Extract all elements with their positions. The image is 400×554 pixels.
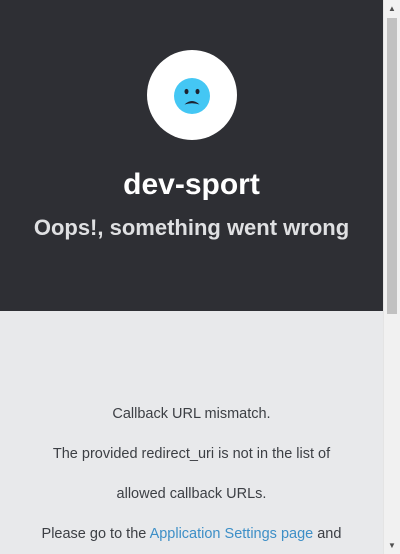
scroll-up-arrow-icon[interactable]: ▲ bbox=[384, 0, 400, 17]
error-message-line-3: allowed callback URLs. bbox=[116, 486, 267, 502]
error-message-line-4: Please go to the Application Settings pa… bbox=[0, 526, 383, 542]
error-message-line-2: The provided redirect_uri is not in the … bbox=[52, 446, 331, 462]
sad-face-icon bbox=[174, 78, 210, 114]
line4-prefix: Please go to the bbox=[41, 526, 150, 542]
error-title: Oops!, something went wrong bbox=[33, 215, 350, 240]
avatar bbox=[147, 50, 237, 140]
scroll-down-arrow-icon[interactable]: ▼ bbox=[384, 537, 400, 554]
line4-suffix: and bbox=[313, 526, 342, 542]
scrollbar-thumb[interactable] bbox=[387, 18, 397, 314]
app-name: dev-sport bbox=[123, 168, 260, 201]
error-page: dev-sport Oops!, something went wrong Ca… bbox=[0, 0, 383, 554]
error-message-line-1: Callback URL mismatch. bbox=[112, 406, 271, 422]
application-settings-link[interactable]: Application Settings page bbox=[150, 526, 314, 542]
vertical-scrollbar[interactable]: ▲ ▼ bbox=[383, 0, 400, 554]
error-body: Callback URL mismatch. The provided redi… bbox=[0, 311, 383, 554]
viewport: dev-sport Oops!, something went wrong Ca… bbox=[0, 0, 400, 554]
error-header: dev-sport Oops!, something went wrong bbox=[0, 0, 383, 311]
